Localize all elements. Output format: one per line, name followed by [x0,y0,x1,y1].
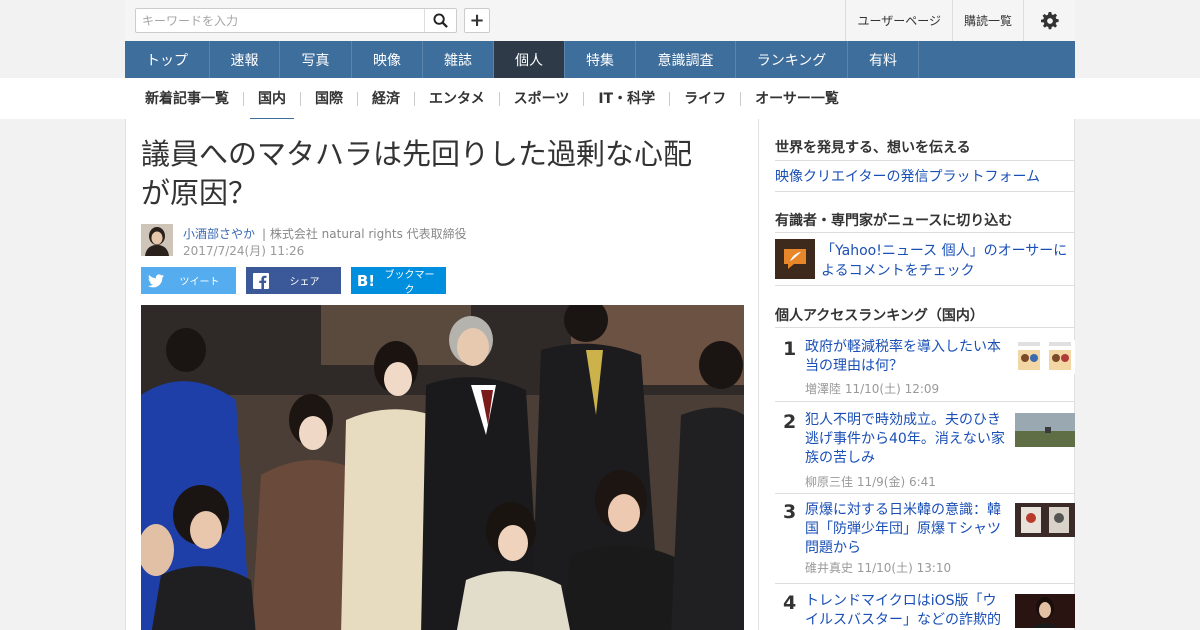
sidebar-heading-ranking: 個人アクセスランキング（国内） [775,308,984,324]
promo-line: よるコメントをチェック [821,263,975,279]
plus-icon: + [469,10,485,31]
tweet-label: ツイート [179,277,220,288]
ranking-number: 4 [783,592,797,614]
title-line: 犯人不明で時効成立。夫のひき [805,412,1001,428]
ranking-thumbnail[interactable] [1015,503,1075,537]
subnav-life[interactable]: ライフ [669,91,740,106]
ranking-title[interactable]: 政府が軽減税率を導入したい本 当の理由は何？ [805,338,1005,376]
divider [775,401,1075,402]
subnav-international[interactable]: 国際 [300,91,357,106]
header-links: ユーザーページ 購読一覧 [845,0,1075,41]
expert-comments-link[interactable]: 「Yahoo!ニュース 個人」のオーサーに よるコメントをチェック [821,241,1071,281]
divider [775,493,1075,494]
nav-magazine[interactable]: 雑誌 [423,41,494,78]
divider [775,191,1075,192]
sub-nav: 新着記事一覧 国内 国際 経済 エンタメ スポーツ IT・科学 ライフ オーサー… [0,78,1200,121]
facebook-share-button[interactable]: シェア [246,267,341,294]
sidebar: 世界を発見する、想いを伝える 映像クリエイターの発信プラットフォーム 有識者・専… [759,119,1075,630]
nav-top[interactable]: トップ [125,41,210,78]
ranking-title[interactable]: トレンドマイクロはiOS版「ウ イルスバスター」などの詐欺的 [805,592,1005,630]
title-line: 政府が軽減税率を導入したい本 [805,339,1001,355]
ranking-item[interactable]: 2 犯人不明で時効成立。夫のひき 逃げ事件から40年。消えない家 族の苦しみ 柳… [775,411,1075,491]
nav-photos[interactable]: 写真 [280,41,352,78]
subnav-latest[interactable]: 新着記事一覧 [145,92,243,106]
ranking-number: 2 [783,411,797,433]
title-line: 問題から [805,540,861,556]
subnav-sports[interactable]: スポーツ [498,91,584,106]
search-icon [433,13,448,28]
ranking-meta: 柳原三佳 11/9(金) 6:41 [805,475,936,489]
promo-line: 「Yahoo!ニュース 個人」のオーサーに [821,243,1068,259]
title-line: 逃げ事件から40年。消えない家 [805,431,1005,447]
hatena-bookmark-button[interactable]: B! ブックマーク [351,267,446,296]
author-title: | 株式会社 natural rights 代表取締役 [262,227,467,241]
ranking-meta: 増澤陸 11/10(土) 12:09 [805,382,940,396]
ranking-number: 1 [783,338,797,360]
nav-video[interactable]: 映像 [352,41,423,78]
author-avatar[interactable] [141,224,173,256]
subscription-list-link[interactable]: 購読一覧 [951,0,1023,41]
author-name[interactable]: 小酒部さやか [183,225,255,242]
divider [775,327,1075,328]
ranking-thumbnail[interactable] [1015,340,1075,374]
ranking-meta: 碓井真史 11/10(土) 13:10 [805,561,952,575]
tweet-button[interactable]: ツイート [141,267,236,294]
main-nav: トップ 速報 写真 映像 雑誌 個人 特集 意識調査 ランキング 有料 [125,41,1075,78]
ranking-thumbnail[interactable] [1015,594,1075,628]
headline-line: が原因？ [141,176,258,210]
facebook-icon [246,272,276,289]
title-line: 当の理由は何？ [805,358,903,374]
divider [775,583,1075,584]
sidebar-heading-creators: 世界を発見する、想いを伝える [775,140,971,156]
ranking-item[interactable]: 3 原爆に対する日米韓の意識：韓 国「防弾少年団」原爆Ｔシャツ 問題から 碓井真… [775,501,1075,581]
facebook-share-label: シェア [289,277,320,288]
nav-ranking[interactable]: ランキング [736,41,848,78]
ranking-thumbnail[interactable] [1015,413,1075,447]
nav-individual[interactable]: 個人 [494,41,565,78]
add-button[interactable]: + [464,8,490,33]
subnav-domestic[interactable]: 国内 [243,91,300,121]
twitter-icon [141,273,171,288]
subnav-entertainment[interactable]: エンタメ [414,91,499,106]
nav-breaking[interactable]: 速報 [210,41,280,78]
title-line: トレンドマイクロはiOS版「ウ [805,593,997,609]
title-line: イルスバスター」などの詐欺的 [805,612,1001,628]
title-line: 原爆に対する日米韓の意識：韓 [805,502,1001,518]
divider [775,232,1075,233]
divider [775,160,1075,161]
ranking-title[interactable]: 犯人不明で時効成立。夫のひき 逃げ事件から40年。消えない家 族の苦しみ [805,411,1005,468]
headline-line: 議員へのマタハラは先回りした過剰な心配 [141,137,693,171]
nav-features[interactable]: 特集 [565,41,636,78]
hatena-bookmark-label: ブックマーク [384,269,435,296]
creator-platform-link[interactable]: 映像クリエイターの発信プラットフォーム [775,166,1040,186]
gear-icon [1040,11,1059,29]
article-date: 2017/7/24(月) 11:26 [183,244,305,258]
user-page-link[interactable]: ユーザーページ [845,0,952,41]
search-box [135,8,457,33]
search-input[interactable] [136,9,426,32]
ranking-item[interactable]: 4 トレンドマイクロはiOS版「ウ イルスバスター」などの詐欺的 [775,592,1075,630]
article-photo [141,305,744,630]
article: 議員へのマタハラは先回りした過剰な心配 が原因？ 小酒部さやか | 株式会社 n… [125,119,759,630]
comment-feather-icon[interactable] [775,239,815,279]
article-headline: 議員へのマタハラは先回りした過剰な心配 が原因？ [141,135,741,213]
title-line: 国「防弾少年団」原爆Ｔシャツ [805,521,1001,537]
nav-paid[interactable]: 有料 [848,41,919,78]
ranking-title[interactable]: 原爆に対する日米韓の意識：韓 国「防弾少年団」原爆Ｔシャツ 問題から [805,501,1005,558]
settings-button[interactable] [1023,0,1075,41]
top-bar: + ユーザーページ 購読一覧 [125,0,1075,41]
nav-survey[interactable]: 意識調査 [636,41,736,78]
subnav-authors[interactable]: オーサー一覧 [740,91,853,106]
ranking-number: 3 [783,501,797,523]
subnav-it-science[interactable]: IT・科学 [583,91,669,106]
hatena-bookmark-icon: B! [356,271,376,290]
divider [775,285,1075,286]
sidebar-heading-experts: 有識者・専門家がニュースに切り込む [775,213,1013,229]
title-line: 族の苦しみ [805,450,875,466]
subnav-economy[interactable]: 経済 [357,91,414,106]
ranking-item[interactable]: 1 政府が軽減税率を導入したい本 当の理由は何？ 増澤陸 11/10(土) 12… [775,338,1075,400]
search-button[interactable] [424,9,456,32]
